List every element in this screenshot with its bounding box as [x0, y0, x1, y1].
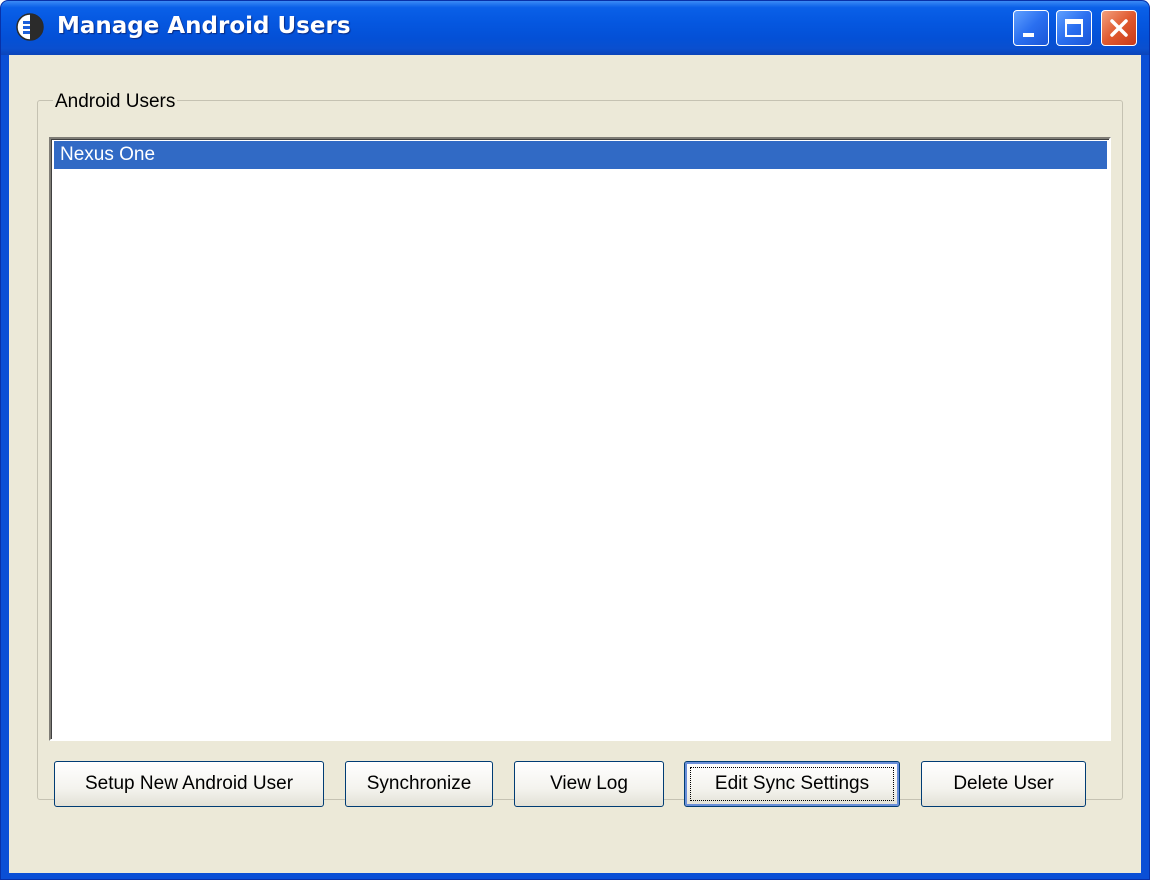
- edit-sync-settings-button[interactable]: Edit Sync Settings: [684, 761, 900, 807]
- close-icon: [1110, 19, 1128, 37]
- setup-new-user-button[interactable]: Setup New Android User: [54, 761, 324, 807]
- minimize-button[interactable]: [1013, 10, 1049, 46]
- title-bar[interactable]: Manage Android Users: [1, 1, 1149, 55]
- list-item[interactable]: Nexus One: [54, 141, 1107, 169]
- focus-indicator: [690, 767, 894, 801]
- delete-user-button[interactable]: Delete User: [921, 761, 1086, 807]
- minimize-icon: [1023, 33, 1034, 37]
- app-window: Manage Android Users Android Users Nexus…: [0, 0, 1150, 880]
- users-listbox[interactable]: Nexus One: [49, 137, 1111, 741]
- window-title: Manage Android Users: [57, 13, 351, 39]
- group-label: Android Users: [53, 91, 178, 113]
- synchronize-button[interactable]: Synchronize: [345, 761, 493, 807]
- view-log-button[interactable]: View Log: [514, 761, 664, 807]
- app-icon: [16, 13, 44, 41]
- client-area: Android Users Nexus One Setup New Androi…: [9, 55, 1141, 873]
- close-button[interactable]: [1101, 10, 1137, 46]
- maximize-button[interactable]: [1056, 10, 1092, 46]
- maximize-icon: [1065, 19, 1083, 37]
